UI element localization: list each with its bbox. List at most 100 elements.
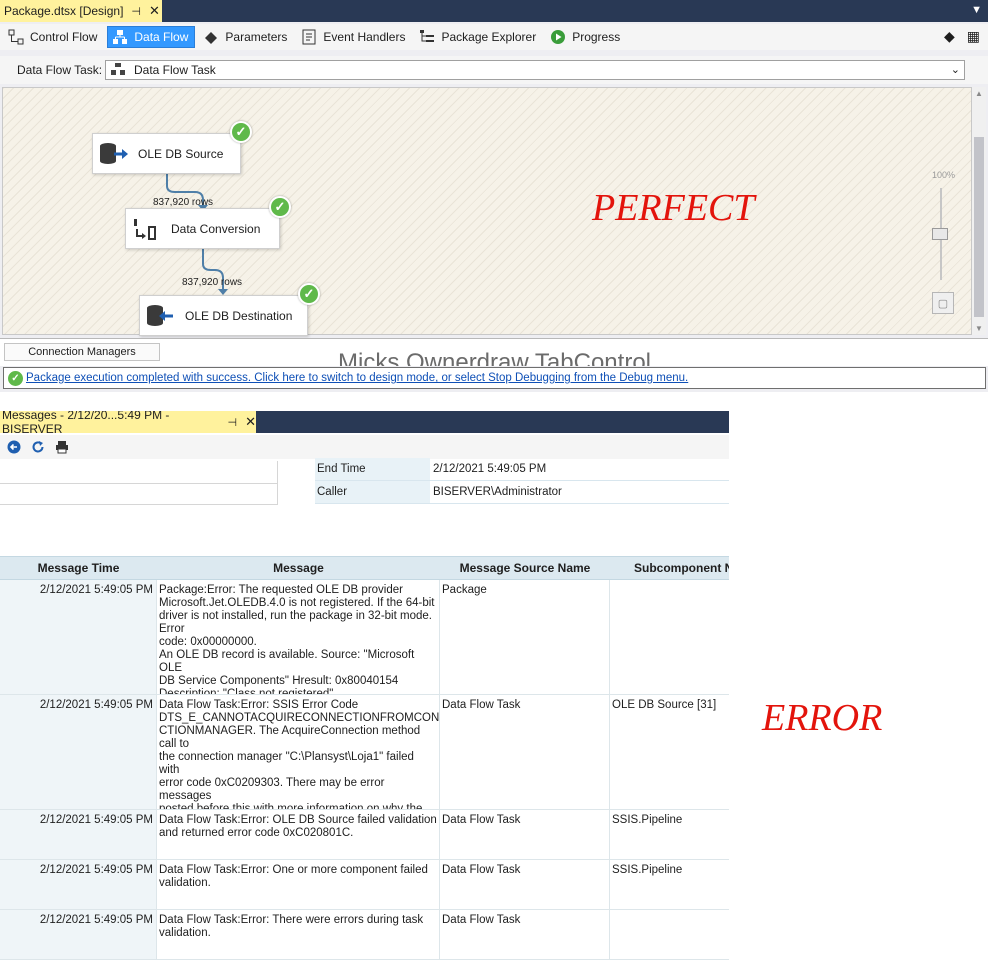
messages-tab-title: Messages - 2/12/20...5:49 PM - BISERVER	[2, 411, 170, 436]
chevron-down-icon[interactable]: ⌄	[951, 63, 960, 76]
tab-control-flow[interactable]: Control Flow	[4, 26, 103, 48]
document-tab-strip: Package.dtsx [Design] ⊣ ✕ ▼	[0, 0, 988, 22]
cell-source-name: Package	[440, 580, 610, 694]
data-flow-task-select[interactable]: Data Flow Task ⌄	[105, 60, 965, 80]
messages-window: Messages - 2/12/20...5:49 PM - BISERVER …	[0, 411, 729, 964]
column-header-message-time[interactable]: Message Time	[0, 557, 157, 580]
property-name: Caller	[315, 481, 430, 503]
path-row-count: 837,920 rows	[182, 277, 243, 288]
property-value: BISERVER\Administrator	[433, 486, 562, 498]
success-check-icon: ✓	[8, 370, 23, 386]
ole-db-destination-node[interactable]: OLE DB Destination	[139, 295, 308, 336]
cell-message: Data Flow Task:Error: One or more compon…	[157, 860, 440, 909]
tab-label: Parameters	[225, 30, 288, 44]
messages-tab-strip: Messages - 2/12/20...5:49 PM - BISERVER …	[0, 411, 729, 436]
cell-source-name: Data Flow Task	[440, 910, 610, 959]
cell-message: Data Flow Task:Error: SSIS Error Code DT…	[157, 695, 440, 809]
progress-icon	[550, 29, 566, 45]
data-flow-icon	[110, 62, 126, 78]
data-conversion-node[interactable]: Data Conversion	[125, 208, 280, 249]
pin-icon[interactable]: ⊣	[131, 5, 141, 18]
tab-label: Control Flow	[30, 30, 98, 44]
cell-subcomponent	[610, 910, 729, 959]
close-icon[interactable]: ✕	[149, 3, 160, 19]
tab-package-explorer[interactable]: Package Explorer	[415, 26, 542, 48]
cell-subcomponent: OLE DB Source [31]	[612, 699, 717, 711]
tab-parameters[interactable]: Parameters	[199, 26, 293, 48]
zoom-slider-handle[interactable]	[932, 228, 948, 240]
ole-db-destination-icon	[145, 303, 175, 329]
cell-source-name: Data Flow Task	[440, 695, 610, 809]
cell-message-time: 2/12/2021 5:49:05 PM	[0, 860, 157, 909]
tab-data-flow[interactable]: Data Flow	[107, 26, 196, 48]
table-row[interactable]: 2/12/2021 5:49:05 PM Data Flow Task:Erro…	[0, 695, 729, 810]
back-icon[interactable]	[6, 439, 22, 455]
tab-event-handlers[interactable]: Event Handlers	[297, 26, 411, 48]
owner-draw-tabcontrol-text: Micks Ownerdraw TabControl	[338, 349, 651, 366]
data-flow-task-value: Data Flow Task	[134, 63, 216, 77]
designer-tab-bar: Control Flow Data Flow Parameters Event …	[0, 24, 988, 50]
grid-header: Message Time Message Message Source Name…	[0, 556, 729, 580]
messages-grid: Message Time Message Message Source Name…	[0, 556, 729, 960]
table-row[interactable]: 2/12/2021 5:49:05 PM Data Flow Task:Erro…	[0, 910, 729, 960]
cell-message-time: 2/12/2021 5:49:05 PM	[0, 810, 157, 859]
tab-label: Package Explorer	[441, 30, 537, 44]
column-header-message[interactable]: Message	[157, 557, 440, 580]
canvas-vertical-scrollbar[interactable]: ▲ ▼	[972, 87, 986, 335]
parameters-icon	[203, 29, 219, 45]
property-name: End Time	[315, 458, 430, 480]
data-flow-icon	[112, 29, 128, 45]
table-row[interactable]: 2/12/2021 5:49:05 PM Data Flow Task:Erro…	[0, 810, 729, 860]
event-handlers-icon	[301, 29, 317, 45]
scroll-down-icon[interactable]: ▼	[975, 324, 983, 333]
success-check-icon: ✓	[298, 283, 320, 305]
node-label: OLE DB Source	[138, 146, 224, 161]
cell-subcomponent	[610, 580, 729, 694]
scrollbar-thumb[interactable]	[974, 137, 984, 317]
variables-icon[interactable]: ▦	[967, 28, 980, 45]
execution-properties: End Time 2/12/2021 5:49:05 PM Caller BIS…	[315, 458, 729, 504]
package-icon[interactable]: ◆	[944, 28, 955, 45]
data-flow-task-row: Data Flow Task: Data Flow Task ⌄	[0, 56, 988, 84]
pin-icon[interactable]: ⊣	[228, 416, 238, 429]
control-flow-icon	[8, 29, 24, 45]
connection-managers-tab[interactable]: Connection Managers	[4, 343, 160, 361]
success-check-icon: ✓	[230, 121, 252, 143]
cell-message-time: 2/12/2021 5:49:05 PM	[0, 580, 157, 694]
cell-subcomponent: SSIS.Pipeline	[612, 864, 683, 876]
data-flow-design-surface[interactable]: OLE DB Source ✓ Data Conversion ✓ OLE DB…	[2, 87, 972, 336]
chevron-down-icon[interactable]: ▼	[971, 4, 982, 16]
package-document-tab[interactable]: Package.dtsx [Design] ⊣ ✕	[0, 0, 162, 22]
tab-progress[interactable]: Progress	[546, 26, 626, 48]
error-annotation: ERROR	[762, 697, 883, 739]
messages-toolbar	[0, 435, 729, 459]
package-explorer-icon	[419, 29, 435, 45]
data-flow-task-label: Data Flow Task:	[17, 63, 103, 77]
path-row-count: 837,920 rows	[153, 197, 214, 208]
close-icon[interactable]: ✕	[245, 414, 256, 430]
cell-message-time: 2/12/2021 5:49:05 PM	[0, 695, 157, 809]
cell-message: Package:Error: The requested OLE DB prov…	[157, 580, 440, 694]
fit-to-window-icon[interactable]: ▢	[932, 292, 954, 314]
tab-label: Data Flow	[134, 30, 189, 44]
success-check-icon: ✓	[269, 196, 291, 218]
perfect-annotation: PERFECT	[592, 187, 755, 229]
column-header-source-name[interactable]: Message Source Name	[440, 557, 610, 580]
execution-status-bar[interactable]: ✓ Package execution completed with succe…	[3, 367, 986, 389]
refresh-icon[interactable]	[30, 439, 46, 455]
messages-document-tab[interactable]: Messages - 2/12/20...5:49 PM - BISERVER …	[0, 411, 256, 436]
print-icon[interactable]	[54, 439, 70, 455]
node-label: OLE DB Destination	[185, 308, 293, 323]
cell-source-name: Data Flow Task	[440, 810, 610, 859]
table-row[interactable]: 2/12/2021 5:49:05 PM Package:Error: The …	[0, 580, 729, 695]
cell-subcomponent: SSIS.Pipeline	[612, 814, 683, 826]
property-value: 2/12/2021 5:49:05 PM	[433, 463, 547, 475]
ole-db-source-node[interactable]: OLE DB Source	[92, 133, 241, 174]
package-designer-window: Package.dtsx [Design] ⊣ ✕ ▼ Control Flow…	[0, 0, 988, 392]
node-label: Data Conversion	[171, 221, 261, 236]
scroll-up-icon[interactable]: ▲	[975, 89, 983, 98]
column-header-subcomponent-name[interactable]: Subcomponent Name	[610, 557, 729, 580]
table-row[interactable]: 2/12/2021 5:49:05 PM Data Flow Task:Erro…	[0, 860, 729, 910]
status-message-link[interactable]: Package execution completed with success…	[26, 372, 688, 384]
ole-db-source-icon	[98, 141, 128, 167]
